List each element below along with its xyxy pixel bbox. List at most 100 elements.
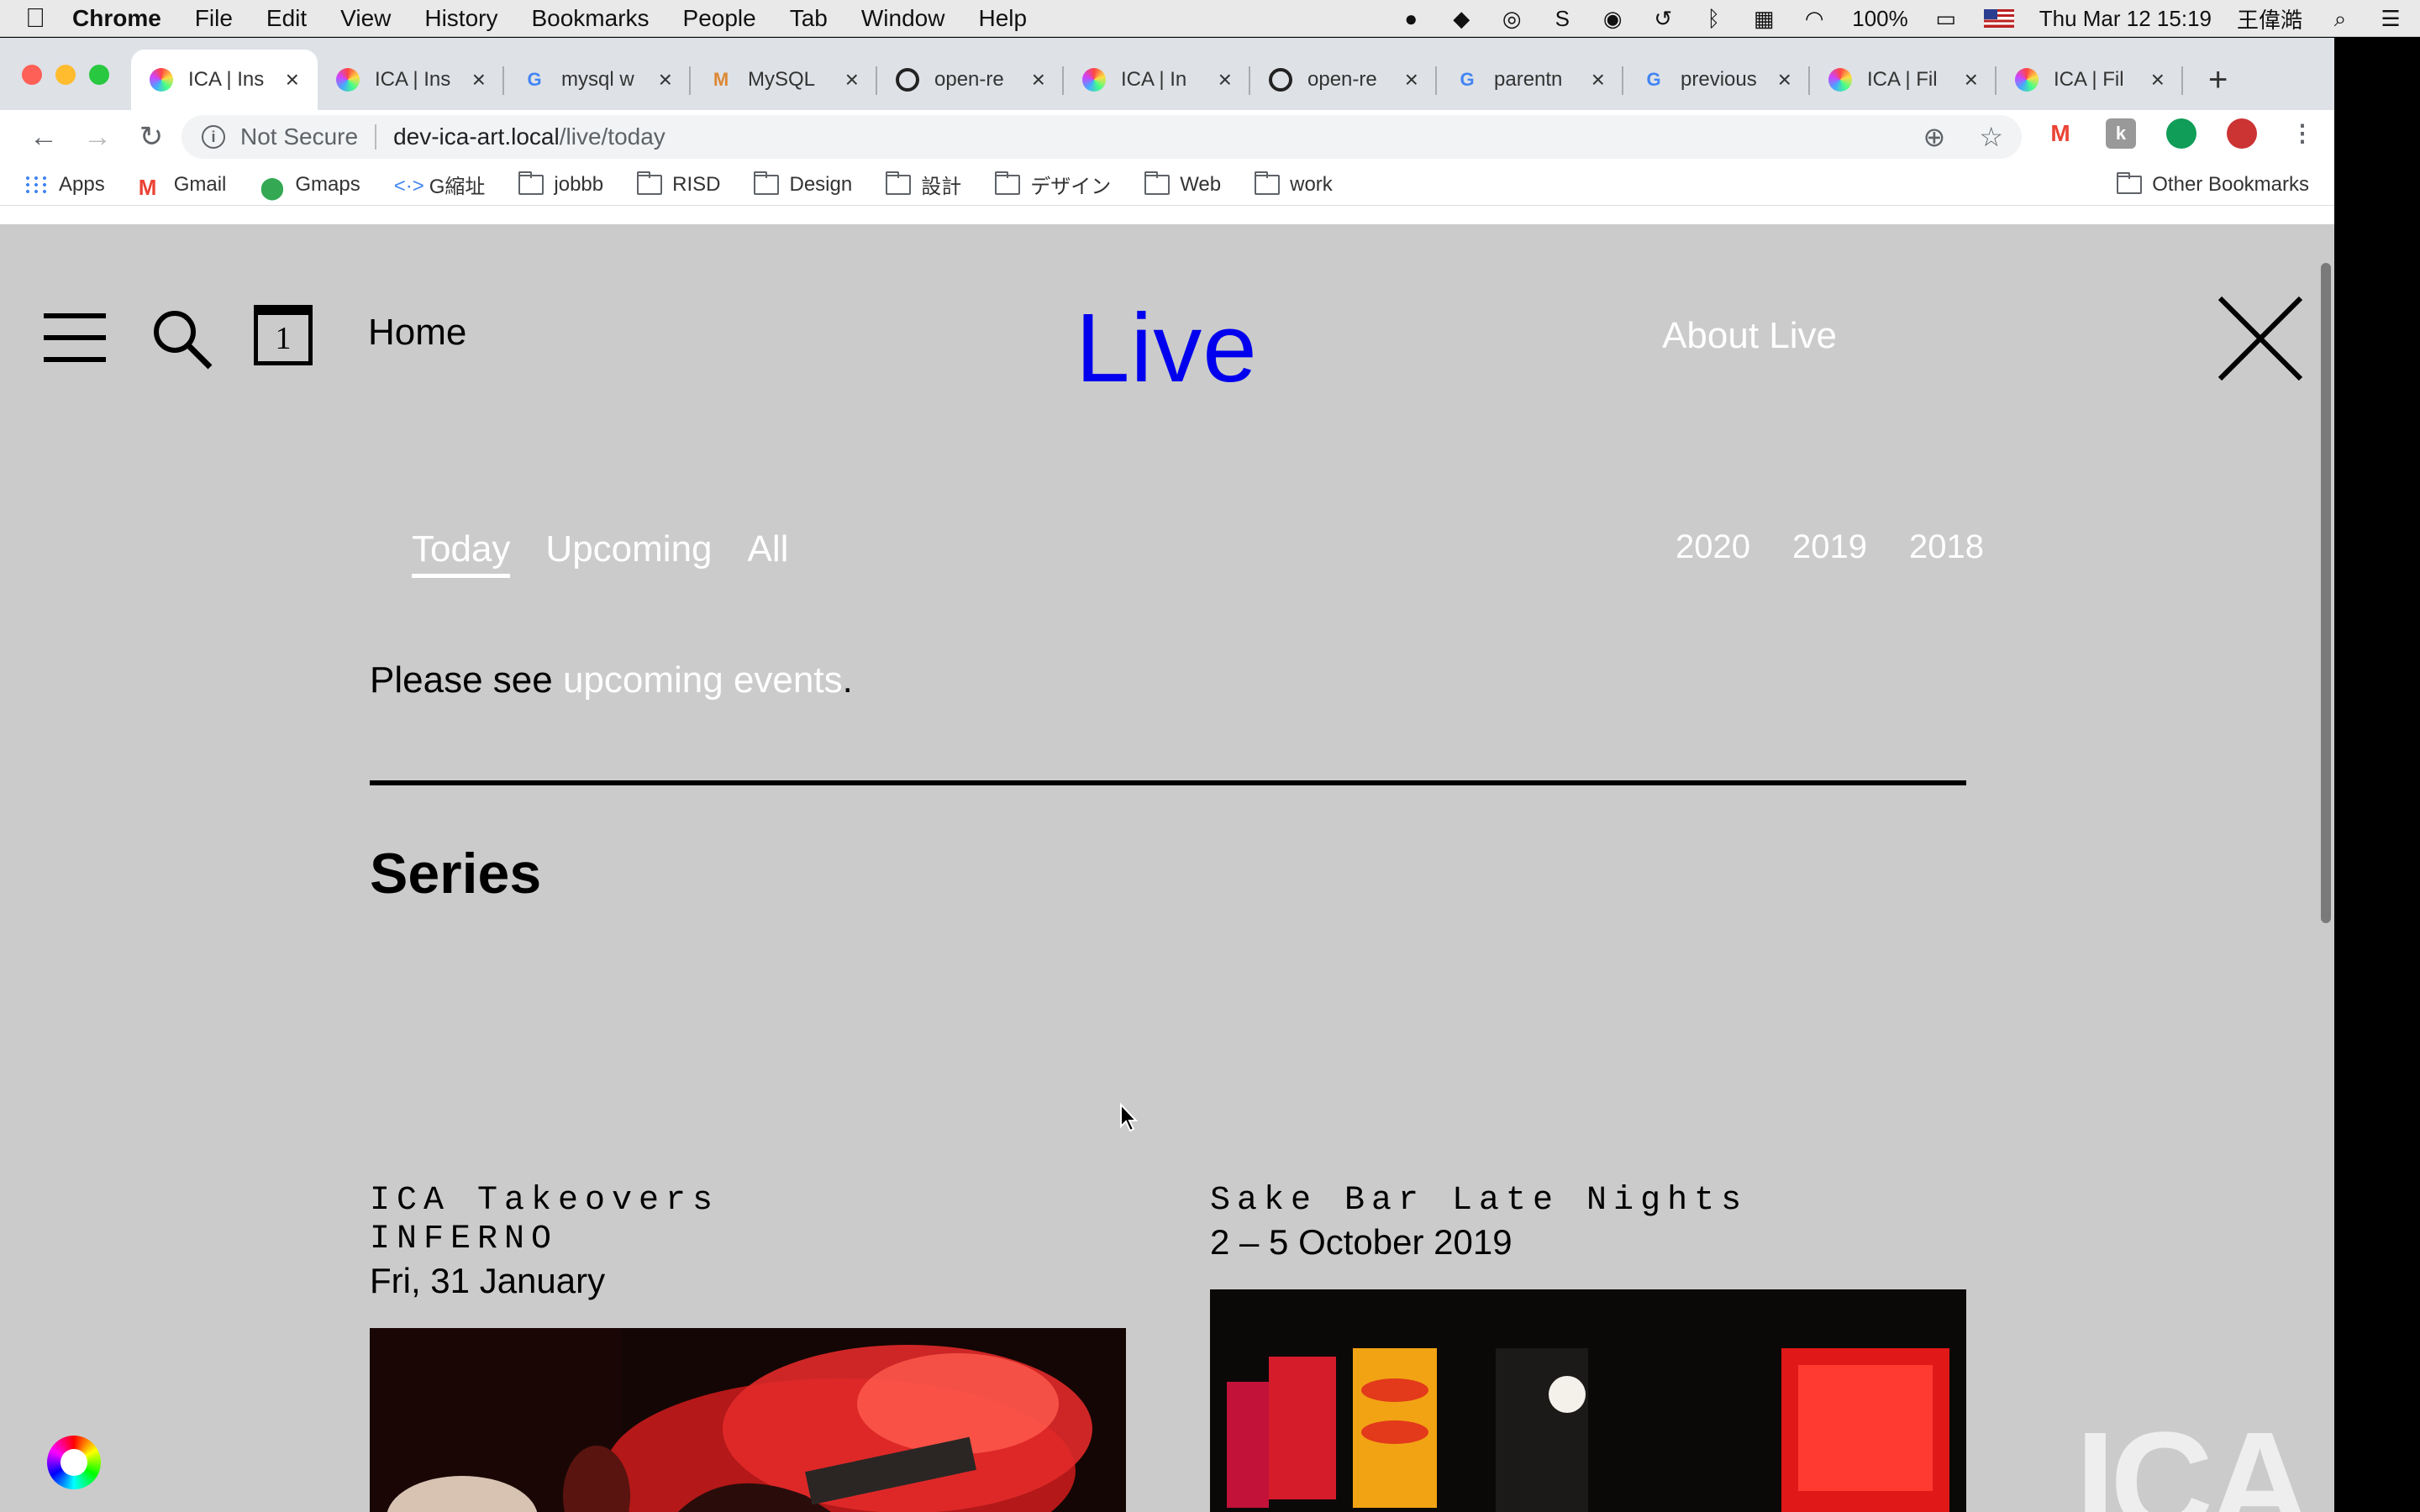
hamburger-menu-icon[interactable] [44, 313, 106, 362]
menu-help[interactable]: Help [978, 5, 1027, 32]
series-card-sake-bar[interactable]: Sake Bar Late Nights 2 – 5 October 2019 [1210, 1182, 1966, 1512]
card-image[interactable] [370, 1328, 1126, 1512]
user-name[interactable]: 王偉澔 [2237, 3, 2302, 34]
bookmark-folder-sekkei[interactable]: 設計 [886, 170, 961, 199]
bookmark-folder-web[interactable]: Web [1144, 171, 1221, 197]
tab-close-icon[interactable]: × [2151, 66, 2165, 93]
wifi-icon[interactable]: ◠ [1802, 6, 1827, 31]
card-image[interactable] [1210, 1289, 1966, 1512]
close-icon[interactable] [2217, 295, 2304, 382]
menu-edit[interactable]: Edit [266, 5, 307, 32]
tab-close-icon[interactable]: × [1591, 66, 1605, 93]
battery-icon[interactable]: ▭ [1933, 6, 1959, 31]
bookmark-folder-work[interactable]: work [1255, 171, 1333, 197]
gmail-extension-icon[interactable]: M [2045, 118, 2075, 149]
bookmark-apps[interactable]: Apps [24, 173, 105, 197]
tab-today[interactable]: Today [412, 528, 511, 578]
tab-upcoming[interactable]: Upcoming [545, 528, 712, 578]
browser-tab[interactable]: ICA | Fil × [1996, 50, 2183, 110]
time-machine-icon[interactable]: ↺ [1650, 6, 1676, 31]
tab-close-icon[interactable]: × [1032, 66, 1045, 93]
page-scrollbar[interactable] [2316, 224, 2334, 1512]
browser-tab[interactable]: open-re × [877, 50, 1064, 110]
hangouts-icon[interactable] [2166, 118, 2196, 149]
info-icon[interactable]: i [202, 125, 225, 149]
tab-close-icon[interactable]: × [286, 66, 299, 93]
tab-all[interactable]: All [748, 528, 789, 578]
tab-close-icon[interactable]: × [1965, 66, 1978, 93]
extension-icon[interactable]: k [2106, 118, 2136, 149]
series-card-ica-takeovers[interactable]: ICA Takeovers INFERNO Fri, 31 January [370, 1182, 1126, 1512]
browser-tab[interactable]: ICA | Fil × [1810, 50, 1996, 110]
tab-close-icon[interactable]: × [1405, 66, 1418, 93]
tab-close-icon[interactable]: × [659, 66, 672, 93]
bookmark-folder-jobbb[interactable]: jobbb [518, 171, 603, 197]
more-menu-icon[interactable]: ⋮ [2287, 118, 2317, 149]
browser-tab[interactable]: M MySQL × [691, 50, 877, 110]
address-bar[interactable]: i Not Secure dev-ica-art.local /live/tod… [182, 115, 2022, 159]
ica-logo[interactable]: ICA [2075, 1400, 2312, 1512]
about-live-link[interactable]: About Live [1662, 315, 1837, 357]
color-widget-icon[interactable] [47, 1436, 101, 1489]
creative-cloud-icon[interactable]: ◎ [1499, 6, 1524, 31]
bookmark-folder-risd[interactable]: RISD [637, 171, 720, 197]
browser-tab[interactable]: ICA | In × [1064, 50, 1250, 110]
notification-icon[interactable]: ● [1398, 6, 1423, 31]
search-icon[interactable] [148, 305, 215, 372]
zoom-icon[interactable]: ⊕ [1923, 121, 1946, 153]
close-window-button[interactable] [22, 65, 42, 85]
menu-people[interactable]: People [683, 5, 756, 32]
bluetooth-icon[interactable]: ᛒ [1701, 6, 1726, 31]
home-link[interactable]: Home [368, 312, 466, 354]
google-icon: G [1646, 69, 1661, 90]
bookmark-folder-dezain[interactable]: デザイン [995, 170, 1111, 199]
year-2020-link[interactable]: 2020 [1676, 528, 1750, 566]
year-2019-link[interactable]: 2019 [1792, 528, 1867, 566]
browser-tab[interactable]: Gparentn × [1437, 50, 1623, 110]
menu-view[interactable]: View [340, 5, 391, 32]
menu-history[interactable]: History [424, 5, 497, 32]
scrollbar-thumb[interactable] [2321, 263, 2331, 923]
dropbox-icon[interactable]: ◆ [1449, 6, 1474, 31]
new-tab-button[interactable]: + [2208, 50, 2228, 110]
calendar-icon[interactable]: 1 [254, 305, 313, 365]
browser-tab[interactable]: ICA | Ins × [318, 50, 504, 110]
profile-avatar[interactable] [2227, 118, 2257, 149]
series-heading: Series [370, 842, 542, 906]
tab-close-icon[interactable]: × [845, 66, 859, 93]
tab-close-icon[interactable]: × [472, 66, 486, 93]
notification-center-icon[interactable]: ☰ [2378, 6, 2403, 31]
menu-window[interactable]: Window [861, 5, 945, 32]
reload-button[interactable]: ↻ [124, 120, 178, 154]
bookmark-star-icon[interactable]: ☆ [1979, 121, 2003, 153]
upcoming-events-link[interactable]: upcoming events [563, 659, 843, 701]
browser-tab[interactable]: ICA | Ins × [131, 50, 318, 110]
back-button[interactable]: ← [17, 121, 71, 154]
apple-icon[interactable]:  [25, 3, 72, 34]
clock[interactable]: Thu Mar 12 15:19 [2039, 6, 2212, 32]
tab-close-icon[interactable]: × [1778, 66, 1791, 93]
zoom-window-button[interactable] [89, 65, 109, 85]
browser-tab[interactable]: open-re × [1250, 50, 1437, 110]
menu-app-name[interactable]: Chrome [72, 5, 161, 32]
bookmark-g-short[interactable]: <·> G縮址 [394, 170, 486, 199]
other-bookmarks[interactable]: Other Bookmarks [2117, 171, 2309, 197]
bookmark-folder-design[interactable]: Design [754, 171, 852, 197]
menu-bookmarks[interactable]: Bookmarks [531, 5, 649, 32]
bookmark-gmaps[interactable]: ⬤ Gmaps [260, 173, 360, 200]
browser-tab[interactable]: Gprevious × [1623, 50, 1810, 110]
menu-tab[interactable]: Tab [790, 5, 828, 32]
year-2018-link[interactable]: 2018 [1909, 528, 1984, 566]
shazam-icon[interactable]: ◉ [1600, 6, 1625, 31]
minimize-window-button[interactable] [55, 65, 76, 85]
forward-button[interactable]: → [71, 121, 124, 154]
menu-file[interactable]: File [195, 5, 233, 32]
tab-close-icon[interactable]: × [1218, 66, 1232, 93]
input-source-flag-icon[interactable] [1983, 9, 2014, 28]
browser-tab[interactable]: Gmysql w × [504, 50, 691, 110]
chrome-window: ICA | Ins × ICA | Ins × Gmysql w × M MySQL × open… [0, 38, 2334, 1512]
spotlight-icon[interactable]: ⌕ [2328, 6, 2353, 31]
keyboard-icon[interactable]: ▦ [1751, 6, 1776, 31]
skype-icon[interactable]: S [1549, 6, 1575, 31]
bookmark-gmail[interactable]: M Gmail [139, 173, 227, 200]
